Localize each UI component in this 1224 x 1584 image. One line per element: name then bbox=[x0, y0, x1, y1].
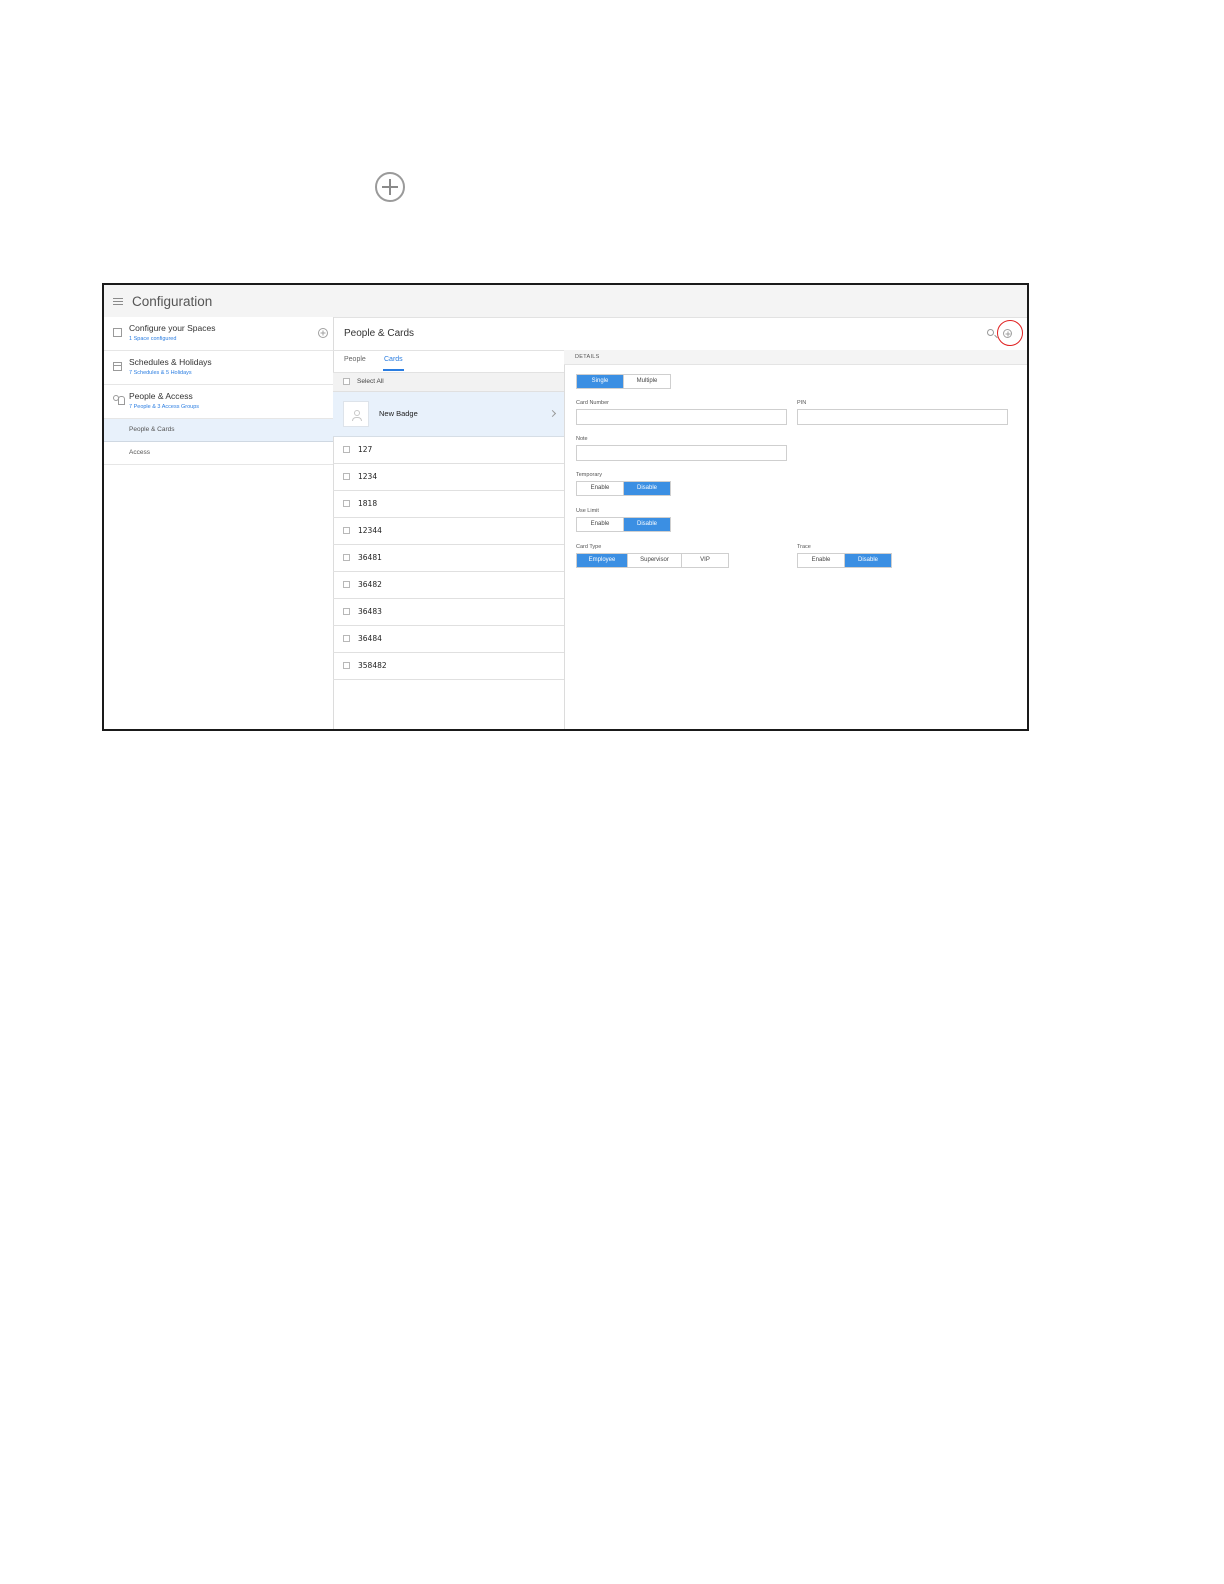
sidebar-item-title: Configure your Spaces bbox=[129, 323, 216, 333]
new-badge-label: New Badge bbox=[379, 409, 418, 418]
people-icon bbox=[113, 395, 125, 405]
select-all-label: Select All bbox=[357, 378, 384, 385]
top-bar: Configuration bbox=[104, 285, 1027, 318]
trace-disable-button[interactable]: Disable bbox=[845, 554, 891, 567]
mode-toggle: Single Multiple bbox=[576, 374, 671, 389]
card-number-field[interactable] bbox=[576, 409, 787, 425]
use-limit-toggle: Enable Disable bbox=[576, 517, 671, 532]
vip-button[interactable]: VIP bbox=[682, 554, 728, 567]
tab-bar: People Cards bbox=[333, 350, 564, 373]
sidebar: Configure your Spaces 1 Space configured… bbox=[104, 317, 334, 729]
card-number: 127 bbox=[358, 445, 373, 454]
row-checkbox[interactable] bbox=[343, 500, 350, 507]
app-screenshot: Configuration Configure your Spaces 1 Sp… bbox=[102, 283, 1029, 731]
add-space-icon[interactable] bbox=[318, 328, 328, 338]
list-item[interactable]: 1818 bbox=[333, 491, 564, 518]
card-type-toggle: Employee Supervisor VIP bbox=[576, 553, 729, 568]
page-title: People & Cards bbox=[344, 328, 415, 339]
sidebar-subitem-people-cards[interactable]: People & Cards bbox=[104, 419, 333, 442]
highlight-circle bbox=[997, 320, 1023, 346]
use-limit-enable-button[interactable]: Enable bbox=[577, 518, 624, 531]
trace-label: Trace bbox=[797, 544, 811, 550]
temporary-label: Temporary bbox=[576, 472, 602, 478]
details-title: DETAILS bbox=[575, 354, 600, 360]
tab-cards[interactable]: Cards bbox=[383, 356, 404, 371]
temporary-toggle: Enable Disable bbox=[576, 481, 671, 496]
card-type-label: Card Type bbox=[576, 544, 602, 550]
list-item[interactable]: 358482 bbox=[333, 653, 564, 680]
row-checkbox[interactable] bbox=[343, 554, 350, 561]
sidebar-item-title: Schedules & Holidays bbox=[129, 357, 212, 367]
list-item[interactable]: 12344 bbox=[333, 518, 564, 545]
supervisor-button[interactable]: Supervisor bbox=[628, 554, 682, 567]
main-panel: People & Cards People Cards Select All N… bbox=[333, 317, 1027, 729]
employee-button[interactable]: Employee bbox=[577, 554, 628, 567]
card-number: 1818 bbox=[358, 499, 378, 508]
space-icon bbox=[113, 328, 122, 337]
multiple-button[interactable]: Multiple bbox=[624, 375, 670, 388]
new-badge-item[interactable]: New Badge bbox=[333, 392, 564, 437]
chevron-right-icon bbox=[548, 409, 557, 418]
list-item[interactable]: 36484 bbox=[333, 626, 564, 653]
card-number: 36484 bbox=[358, 634, 382, 643]
note-field[interactable] bbox=[576, 445, 787, 461]
details-panel: DETAILS Single Multiple Card Number PIN … bbox=[564, 350, 1027, 729]
sidebar-item-subtitle: 7 Schedules & 5 Holidays bbox=[129, 370, 192, 376]
list-item[interactable]: 1234 bbox=[333, 464, 564, 491]
card-number: 36482 bbox=[358, 580, 382, 589]
sidebar-item-schedules[interactable]: Schedules & Holidays 7 Schedules & 5 Hol… bbox=[104, 351, 333, 385]
list-item[interactable]: 36481 bbox=[333, 545, 564, 572]
card-number: 358482 bbox=[358, 661, 387, 670]
sidebar-item-subtitle: 1 Space configured bbox=[129, 336, 177, 342]
search-icon[interactable] bbox=[987, 329, 994, 336]
sidebar-item-people-access[interactable]: People & Access 7 People & 3 Access Grou… bbox=[104, 385, 333, 419]
row-checkbox[interactable] bbox=[343, 527, 350, 534]
select-all-row[interactable]: Select All bbox=[333, 373, 564, 392]
list-item[interactable]: 36483 bbox=[333, 599, 564, 626]
calendar-icon bbox=[113, 362, 122, 371]
row-checkbox[interactable] bbox=[343, 581, 350, 588]
use-limit-label: Use Limit bbox=[576, 508, 599, 514]
row-checkbox[interactable] bbox=[343, 635, 350, 642]
badge-icon bbox=[343, 401, 369, 427]
list-item[interactable]: 36482 bbox=[333, 572, 564, 599]
temporary-disable-button[interactable]: Disable bbox=[624, 482, 670, 495]
card-number: 12344 bbox=[358, 526, 382, 535]
select-all-checkbox[interactable] bbox=[343, 378, 350, 385]
main-header: People & Cards bbox=[333, 317, 1027, 351]
card-number: 1234 bbox=[358, 472, 378, 481]
note-label: Note bbox=[576, 436, 588, 442]
trace-toggle: Enable Disable bbox=[797, 553, 892, 568]
card-number-label: Card Number bbox=[576, 400, 610, 406]
row-checkbox[interactable] bbox=[343, 473, 350, 480]
sidebar-item-title: People & Access bbox=[129, 391, 193, 401]
details-header: DETAILS bbox=[564, 350, 1027, 365]
use-limit-disable-button[interactable]: Disable bbox=[624, 518, 670, 531]
menu-icon[interactable] bbox=[113, 297, 123, 305]
temporary-enable-button[interactable]: Enable bbox=[577, 482, 624, 495]
app-title: Configuration bbox=[132, 293, 213, 309]
card-list: People Cards Select All New Badge 127 12… bbox=[333, 350, 565, 729]
card-number: 36483 bbox=[358, 607, 382, 616]
list-item[interactable]: 127 bbox=[333, 437, 564, 464]
pin-field[interactable] bbox=[797, 409, 1008, 425]
single-button[interactable]: Single bbox=[577, 375, 624, 388]
row-checkbox[interactable] bbox=[343, 608, 350, 615]
sidebar-subitem-access[interactable]: Access bbox=[104, 442, 333, 465]
tab-people[interactable]: People bbox=[344, 356, 366, 363]
card-number: 36481 bbox=[358, 553, 382, 562]
sidebar-item-subtitle: 7 People & 3 Access Groups bbox=[129, 404, 200, 410]
row-checkbox[interactable] bbox=[343, 662, 350, 669]
pin-label: PIN bbox=[797, 400, 807, 406]
add-icon bbox=[375, 172, 405, 202]
sidebar-item-spaces[interactable]: Configure your Spaces 1 Space configured bbox=[104, 317, 333, 351]
trace-enable-button[interactable]: Enable bbox=[798, 554, 845, 567]
row-checkbox[interactable] bbox=[343, 446, 350, 453]
